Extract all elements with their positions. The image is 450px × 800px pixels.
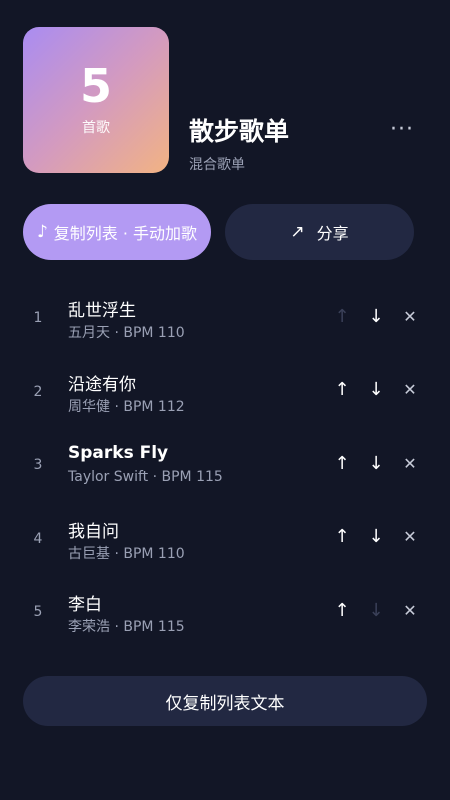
song-index: 2 (33, 383, 43, 400)
share-arrow-icon: ↗ (290, 222, 305, 242)
remove-icon[interactable]: ✕ (398, 304, 422, 328)
music-note-icon: ♪ (36, 222, 48, 242)
move-up-icon[interactable]: ↑ (330, 304, 354, 328)
song-title: 李白 (68, 595, 102, 615)
move-up-icon[interactable]: ↑ (330, 378, 354, 402)
song-title: 沿途有你 (68, 374, 136, 395)
song-title: 乱世浮生 (68, 301, 136, 321)
playlist-subtitle: 混合歌单 (189, 157, 245, 173)
remove-icon[interactable]: ✕ (398, 378, 422, 402)
move-down-icon[interactable]: ↓ (364, 378, 388, 402)
playlist-cover: 5 首歌 (23, 27, 169, 173)
remove-icon[interactable]: ✕ (398, 451, 422, 475)
remove-icon[interactable]: ✕ (398, 598, 422, 622)
song-title: Sparks Fly (68, 443, 169, 463)
move-down-icon[interactable]: ↓ (364, 304, 388, 328)
song-meta: Taylor Swift · BPM 115 (68, 469, 223, 485)
song-count: 5 (79, 59, 112, 113)
song-list: 1 乱世浮生 五月天 · BPM 110 ↑ ↓ ✕ 2 沿途有你 周华健 · … (0, 280, 450, 648)
move-up-icon[interactable]: ↑ (330, 598, 354, 622)
share-button[interactable]: ↗ 分享 (225, 204, 414, 260)
song-count-unit: 首歌 (82, 120, 110, 136)
move-up-icon[interactable]: ↑ (330, 525, 354, 549)
copy-list-label: 复制列表 · 手动加歌 (53, 224, 198, 243)
copy-list-button[interactable]: ♪ 复制列表 · 手动加歌 (23, 204, 211, 260)
more-options-icon[interactable]: ··· (386, 115, 418, 143)
song-meta: 古巨基 · BPM 110 (68, 545, 185, 562)
share-label: 分享 (316, 224, 349, 243)
move-down-icon[interactable]: ↓ (364, 598, 388, 622)
song-index: 5 (33, 604, 43, 620)
song-row: 5 李白 李荣浩 · BPM 115 ↑ ↓ ✕ (0, 574, 450, 648)
song-title: 我自问 (68, 521, 119, 542)
song-row: 1 乱世浮生 五月天 · BPM 110 ↑ ↓ ✕ (0, 280, 450, 354)
song-row: 3 Sparks Fly Taylor Swift · BPM 115 ↑ ↓ … (0, 427, 450, 501)
song-index: 1 (33, 310, 43, 326)
move-down-icon[interactable]: ↓ (364, 451, 388, 475)
song-row: 4 我自问 古巨基 · BPM 110 ↑ ↓ ✕ (0, 501, 450, 575)
song-index: 4 (33, 530, 43, 547)
song-row: 2 沿途有你 周华健 · BPM 112 ↑ ↓ ✕ (0, 354, 450, 428)
song-meta: 李荣浩 · BPM 115 (68, 619, 185, 635)
song-meta: 五月天 · BPM 110 (68, 325, 185, 341)
copy-text-only-button[interactable]: 仅复制列表文本 (23, 676, 427, 726)
song-index: 3 (33, 457, 43, 473)
move-down-icon[interactable]: ↓ (364, 525, 388, 549)
remove-icon[interactable]: ✕ (398, 525, 422, 549)
song-meta: 周华健 · BPM 112 (68, 398, 185, 415)
move-up-icon[interactable]: ↑ (330, 451, 354, 475)
playlist-title: 散步歌单 (189, 117, 290, 146)
